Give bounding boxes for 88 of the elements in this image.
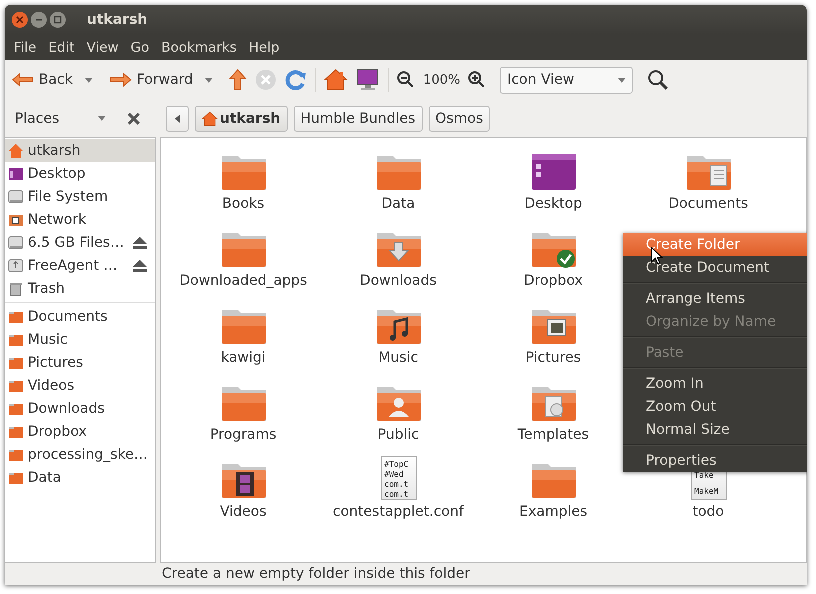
menu-item[interactable]: File bbox=[8, 40, 43, 56]
file-name: Music bbox=[378, 350, 418, 366]
caret-icon[interactable] bbox=[618, 78, 626, 82]
sidebar-item[interactable]: FreeAgent … bbox=[5, 254, 155, 277]
home-icon bbox=[8, 142, 24, 158]
sidebar-item[interactable]: 6.5 GB Files… bbox=[5, 231, 155, 254]
sidebar-item[interactable]: Dropbox bbox=[5, 420, 155, 443]
file-name: Downloads bbox=[360, 273, 437, 289]
caret-icon[interactable] bbox=[205, 78, 214, 82]
file-name: Documents bbox=[668, 196, 748, 212]
eject-icon[interactable] bbox=[133, 260, 147, 272]
desktop-icon bbox=[8, 166, 24, 182]
menu-item[interactable]: Help bbox=[242, 40, 286, 56]
sidebar-item[interactable]: Music bbox=[5, 328, 155, 351]
file-name: contestapplet.conf bbox=[333, 504, 464, 520]
file-name: Pictures bbox=[526, 350, 582, 366]
desktop-folder-icon[interactable] bbox=[530, 152, 578, 192]
eject-icon[interactable] bbox=[133, 236, 147, 248]
up-arrow-icon[interactable] bbox=[229, 69, 248, 91]
context-menu-item[interactable]: Arrange Items bbox=[623, 287, 807, 310]
preview-line: Take bbox=[694, 471, 715, 481]
sidebar-item[interactable]: Documents bbox=[5, 305, 155, 328]
window-title: utkarsh bbox=[87, 12, 148, 28]
path-button[interactable]: utkarsh bbox=[195, 106, 288, 132]
file-name: Videos bbox=[220, 504, 267, 520]
left-arrow-icon[interactable] bbox=[11, 72, 35, 88]
path-button[interactable]: Humble Bundles bbox=[294, 106, 423, 132]
back-button[interactable]: Back bbox=[39, 72, 73, 88]
drive-icon bbox=[8, 188, 24, 204]
sidebar-item[interactable]: Trash bbox=[5, 277, 155, 300]
context-menu-item[interactable]: Normal Size bbox=[623, 418, 807, 441]
sidebar-item[interactable]: Downloads bbox=[5, 397, 155, 420]
status-bar: Create a new empty folder inside this folder bbox=[5, 563, 807, 585]
maximize-icon[interactable] bbox=[50, 12, 66, 28]
file-name: Downloaded_apps bbox=[180, 273, 308, 289]
search-icon[interactable] bbox=[647, 69, 670, 91]
right-arrow-icon[interactable] bbox=[109, 72, 133, 88]
sidebar-item[interactable]: File System bbox=[5, 185, 155, 208]
close-icon[interactable] bbox=[128, 112, 140, 124]
preview-line: #TopC bbox=[384, 460, 410, 470]
computer-icon[interactable] bbox=[356, 69, 380, 91]
caret-icon[interactable] bbox=[85, 78, 93, 82]
sidebar-item[interactable]: Videos bbox=[5, 374, 155, 397]
text-file-icon[interactable]: #TopC #Wed com.t com.t bbox=[380, 456, 416, 500]
forward-button[interactable]: Forward bbox=[137, 72, 194, 88]
file-name: todo bbox=[692, 504, 724, 520]
trash-icon bbox=[8, 280, 24, 296]
context-menu-item[interactable]: Zoom In bbox=[623, 372, 807, 395]
places-label[interactable]: Places bbox=[15, 110, 60, 126]
context-menu-item[interactable]: Zoom Out bbox=[623, 395, 807, 418]
preview-line: MakeM bbox=[694, 487, 720, 497]
file-name: Templates bbox=[518, 427, 590, 443]
caret-icon[interactable] bbox=[98, 116, 106, 121]
file-name: Examples bbox=[519, 504, 588, 520]
menu-item[interactable]: View bbox=[80, 40, 125, 56]
reload-icon[interactable] bbox=[285, 69, 308, 91]
path-button[interactable]: Osmos bbox=[428, 106, 490, 132]
menu-item[interactable]: Edit bbox=[42, 40, 81, 56]
file-name: Dropbox bbox=[524, 273, 583, 289]
file-name: Public bbox=[378, 427, 420, 443]
context-menu-item[interactable]: Create Document bbox=[623, 256, 807, 279]
menu-item[interactable]: Bookmarks bbox=[156, 40, 243, 56]
zoom-out-icon[interactable] bbox=[397, 71, 416, 89]
drive-icon bbox=[8, 234, 24, 250]
preview-line: com.t bbox=[384, 490, 410, 500]
sidebar-item[interactable]: utkarsh bbox=[5, 139, 155, 162]
sidebar-item[interactable]: processing_ske… bbox=[5, 443, 155, 466]
sidebar-item[interactable]: Data bbox=[5, 466, 155, 489]
usb-drive-icon bbox=[8, 258, 24, 274]
sidebar-item[interactable]: Pictures bbox=[5, 351, 155, 374]
menu-item[interactable]: Go bbox=[124, 40, 156, 56]
minimize-icon[interactable] bbox=[31, 12, 47, 28]
preview-line: com.t bbox=[384, 480, 410, 490]
scroll-left-button[interactable] bbox=[166, 106, 189, 132]
file-name: Books bbox=[222, 196, 265, 212]
file-name: kawigi bbox=[221, 350, 266, 366]
close-icon[interactable] bbox=[12, 12, 28, 28]
file-name: Programs bbox=[210, 427, 277, 443]
file-name: Desktop bbox=[524, 196, 582, 212]
view-select[interactable]: Icon View bbox=[500, 66, 634, 94]
zoom-in-icon[interactable] bbox=[468, 71, 486, 89]
sidebar-item[interactable]: Network bbox=[5, 208, 155, 231]
file-name: Data bbox=[382, 196, 416, 212]
zoom-level: 100% bbox=[423, 72, 460, 88]
caret-left-icon[interactable] bbox=[175, 114, 180, 122]
preview-line: #Wed bbox=[384, 470, 405, 480]
home-icon[interactable] bbox=[324, 69, 348, 91]
sidebar-item[interactable]: Desktop bbox=[5, 162, 155, 185]
